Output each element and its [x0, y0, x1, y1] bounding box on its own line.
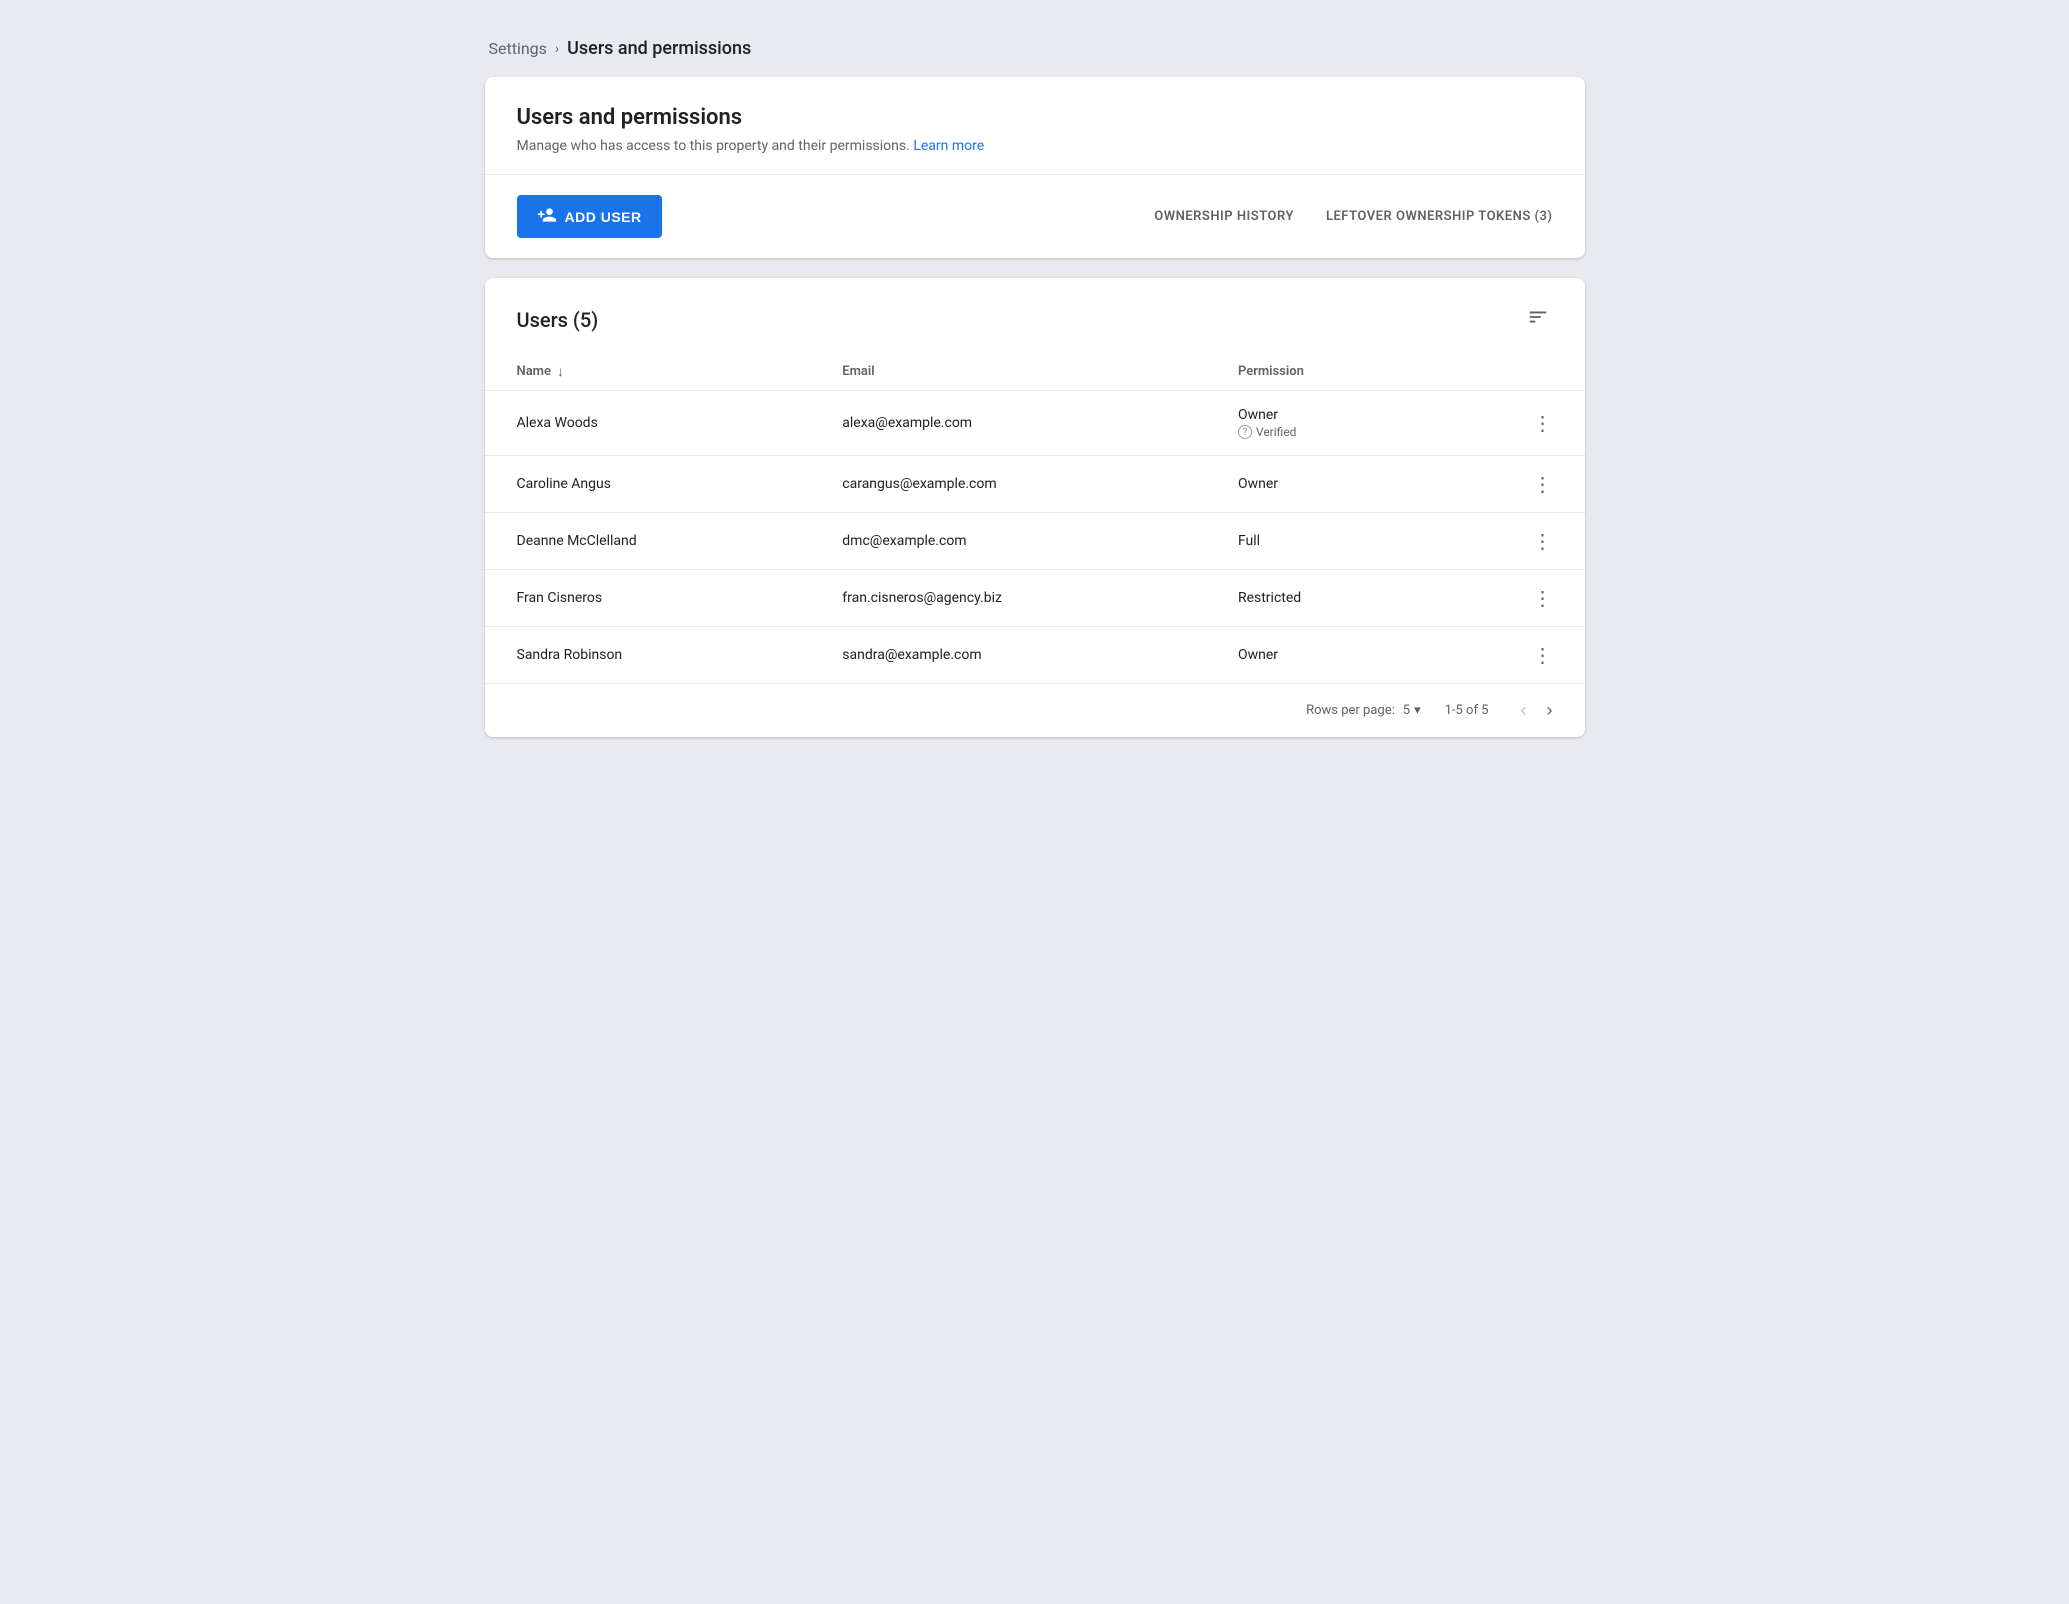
page-title: Users and permissions	[517, 105, 1553, 130]
more-options-button[interactable]: ⋮	[1533, 472, 1553, 496]
cell-email: fran.cisneros@agency.biz	[810, 570, 1206, 627]
rows-per-page-label: Rows per page:	[1306, 703, 1395, 718]
table-row: Alexa Woodsalexa@example.com Owner ?Verifi…	[485, 391, 1585, 456]
rows-per-page: Rows per page: 5 ▾	[1306, 703, 1421, 718]
add-user-button[interactable]: ADD USER	[517, 195, 662, 238]
cell-name: Deanne McClelland	[485, 513, 811, 570]
cell-email: carangus@example.com	[810, 456, 1206, 513]
subtitle-text: Manage who has access to this property a…	[517, 138, 910, 154]
cell-permission: Full	[1206, 513, 1436, 570]
cell-more-actions: ⋮	[1436, 391, 1585, 456]
permission-label: Owner	[1238, 647, 1404, 663]
breadcrumb: Settings › Users and permissions	[485, 20, 1585, 77]
learn-more-link[interactable]: Learn more	[913, 138, 984, 154]
table-row: Deanne McClellanddmc@example.com Full ⋮	[485, 513, 1585, 570]
users-header: Users (5)	[485, 278, 1585, 353]
cell-more-actions: ⋮	[1436, 513, 1585, 570]
cell-name: Fran Cisneros	[485, 570, 811, 627]
table-header-row: Name ↓ Email Permission	[485, 353, 1585, 391]
cell-name: Alexa Woods	[485, 391, 811, 456]
card-header: Users and permissions Manage who has acc…	[485, 77, 1585, 175]
cell-name: Sandra Robinson	[485, 627, 811, 684]
rows-dropdown-icon: ▾	[1414, 703, 1421, 718]
permission-label: Restricted	[1238, 590, 1404, 606]
more-options-button[interactable]: ⋮	[1533, 643, 1553, 667]
col-name[interactable]: Name ↓	[485, 353, 811, 391]
next-page-button[interactable]: ›	[1539, 696, 1561, 725]
action-links: OWNERSHIP HISTORY LEFTOVER OWNERSHIP TOK…	[1154, 209, 1552, 224]
cell-name: Caroline Angus	[485, 456, 811, 513]
table-row: Sandra Robinsonsandra@example.com Owner ⋮	[485, 627, 1585, 684]
cell-more-actions: ⋮	[1436, 570, 1585, 627]
card-actions: ADD USER OWNERSHIP HISTORY LEFTOVER OWNE…	[485, 175, 1585, 258]
col-actions	[1436, 353, 1585, 391]
sort-arrow-icon: ↓	[557, 363, 564, 380]
cell-permission: Restricted	[1206, 570, 1436, 627]
cell-permission: Owner	[1206, 627, 1436, 684]
users-table: Name ↓ Email Permission Alexa Woodsalexa…	[485, 353, 1585, 683]
rows-per-page-select[interactable]: 5 ▾	[1403, 703, 1421, 718]
more-options-button[interactable]: ⋮	[1533, 411, 1553, 435]
info-card: Users and permissions Manage who has acc…	[485, 77, 1585, 258]
rows-per-page-value: 5	[1403, 703, 1410, 718]
ownership-history-link[interactable]: OWNERSHIP HISTORY	[1154, 209, 1294, 224]
col-email: Email	[810, 353, 1206, 391]
verified-icon[interactable]: ?	[1238, 425, 1252, 439]
add-user-label: ADD USER	[565, 209, 642, 225]
cell-email: dmc@example.com	[810, 513, 1206, 570]
table-row: Fran Cisnerosfran.cisneros@agency.biz Res…	[485, 570, 1585, 627]
add-user-icon	[537, 205, 557, 228]
cell-permission: Owner	[1206, 456, 1436, 513]
breadcrumb-settings[interactable]: Settings	[489, 39, 547, 58]
table-row: Caroline Anguscarangus@example.com Owner ⋮	[485, 456, 1585, 513]
cell-more-actions: ⋮	[1436, 627, 1585, 684]
permission-label: Owner	[1238, 476, 1404, 492]
cell-email: alexa@example.com	[810, 391, 1206, 456]
more-options-button[interactable]: ⋮	[1533, 529, 1553, 553]
cell-permission: Owner ?Verified	[1206, 391, 1436, 456]
breadcrumb-chevron-icon: ›	[555, 41, 559, 57]
users-card: Users (5) Name ↓ Email	[485, 278, 1585, 737]
card-subtitle: Manage who has access to this property a…	[517, 138, 1553, 154]
prev-page-button[interactable]: ‹	[1513, 696, 1535, 725]
permission-label: Full	[1238, 533, 1404, 549]
table-footer: Rows per page: 5 ▾ 1-5 of 5 ‹ ›	[485, 683, 1585, 737]
permission-label: Owner	[1238, 407, 1404, 423]
cell-more-actions: ⋮	[1436, 456, 1585, 513]
col-permission: Permission	[1206, 353, 1436, 391]
more-options-button[interactable]: ⋮	[1533, 586, 1553, 610]
breadcrumb-current: Users and permissions	[567, 38, 751, 59]
cell-email: sandra@example.com	[810, 627, 1206, 684]
page-range: 1-5 of 5	[1445, 703, 1489, 718]
filter-icon[interactable]	[1523, 302, 1553, 337]
users-title: Users (5)	[517, 308, 599, 332]
pagination-buttons: ‹ ›	[1513, 696, 1561, 725]
leftover-tokens-link[interactable]: LEFTOVER OWNERSHIP TOKENS (3)	[1326, 209, 1553, 224]
verified-label: ?Verified	[1238, 425, 1404, 439]
